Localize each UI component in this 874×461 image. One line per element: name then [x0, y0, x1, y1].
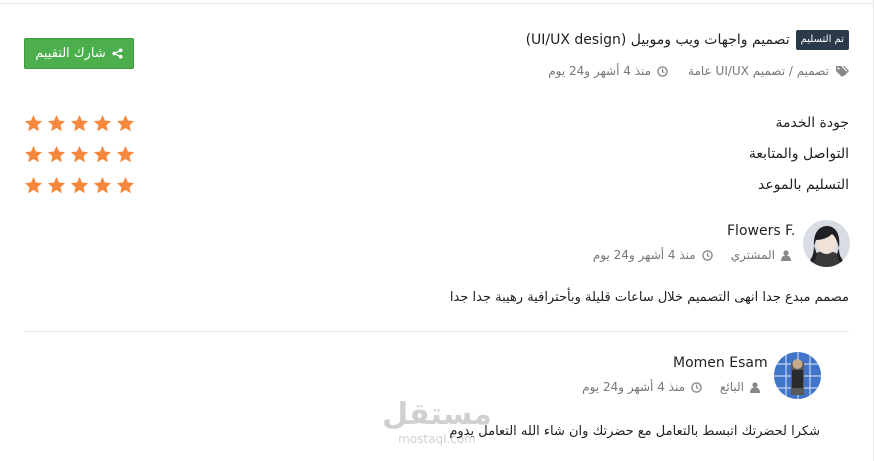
clock-icon — [701, 249, 713, 261]
star-icon — [70, 114, 89, 131]
seller-comment: شكرا لحضرتك اتبسط بالتعامل مع حضرتك وان … — [449, 424, 820, 439]
status-badge: تم التسليم — [795, 30, 849, 50]
project-time: منذ 4 أشهر و24 يوم — [548, 64, 652, 78]
rating-label: التواصل والمتابعة — [748, 146, 849, 162]
seller-name[interactable]: Momen Esam — [673, 355, 768, 371]
project-title-link[interactable]: تصميم واجهات ويب وموبيل (UI/UX design) — [526, 32, 790, 48]
star-icon — [24, 114, 43, 131]
share-rating-button[interactable]: شارك التقييم — [24, 38, 134, 69]
seller-time: منذ 4 أشهر و24 يوم — [582, 380, 685, 394]
section-divider — [24, 331, 849, 332]
rating-on-time: التسليم بالموعد — [24, 174, 849, 196]
project-title-row: تم التسليم تصميم واجهات ويب وموبيل (UI/U… — [526, 30, 849, 50]
clock-icon — [691, 381, 702, 393]
rating-label: التسليم بالموعد — [758, 177, 849, 193]
star-icon — [70, 176, 89, 193]
rating-quality: جودة الخدمة — [24, 112, 849, 134]
project-meta: تصميم / تصميم UI/UX عامة منذ 4 أشهر و24 … — [548, 64, 849, 78]
rating-communication: التواصل والمتابعة — [24, 143, 849, 165]
buyer-avatar[interactable] — [803, 220, 850, 267]
seller-meta: البائع منذ 4 أشهر و24 يوم — [582, 380, 760, 394]
star-icon — [93, 176, 112, 193]
star-icon — [93, 114, 112, 131]
seller-role: البائع — [720, 380, 744, 394]
star-icon — [47, 114, 66, 131]
star-icon — [47, 145, 66, 162]
buyer-comment: مصمم مبدع جدا انهى التصميم خلال ساعات قل… — [449, 290, 849, 305]
clock-icon — [657, 65, 668, 77]
share-icon — [112, 48, 123, 59]
star-icon — [116, 176, 135, 193]
star-icon — [24, 145, 43, 162]
category-link[interactable]: تصميم / تصميم UI/UX عامة — [688, 64, 829, 78]
star-icon — [70, 145, 89, 162]
top-border — [0, 3, 873, 4]
buyer-name[interactable]: Flowers F. — [727, 223, 795, 239]
rating-stars — [24, 114, 135, 133]
review-card: تم التسليم تصميم واجهات ويب وموبيل (UI/U… — [0, 0, 874, 461]
star-icon — [93, 145, 112, 162]
share-button-label: شارك التقييم — [35, 46, 106, 61]
rating-stars — [24, 145, 135, 164]
watermark-domain: mostaql.com — [398, 432, 476, 446]
buyer-role: المشتري — [730, 248, 775, 262]
tags-icon — [835, 65, 849, 77]
star-icon — [47, 176, 66, 193]
buyer-meta: المشتري منذ 4 أشهر و24 يوم — [593, 248, 791, 262]
seller-avatar[interactable] — [774, 352, 821, 399]
site-watermark: مستقل mostaql.com — [382, 397, 492, 447]
star-icon — [116, 145, 135, 162]
watermark-logo: مستقل — [382, 397, 492, 432]
rating-label: جودة الخدمة — [775, 115, 849, 131]
rating-stars — [24, 176, 135, 195]
star-icon — [24, 176, 43, 193]
user-icon — [781, 249, 791, 261]
user-icon — [750, 381, 760, 393]
star-icon — [116, 114, 135, 131]
buyer-time: منذ 4 أشهر و24 يوم — [592, 248, 696, 262]
